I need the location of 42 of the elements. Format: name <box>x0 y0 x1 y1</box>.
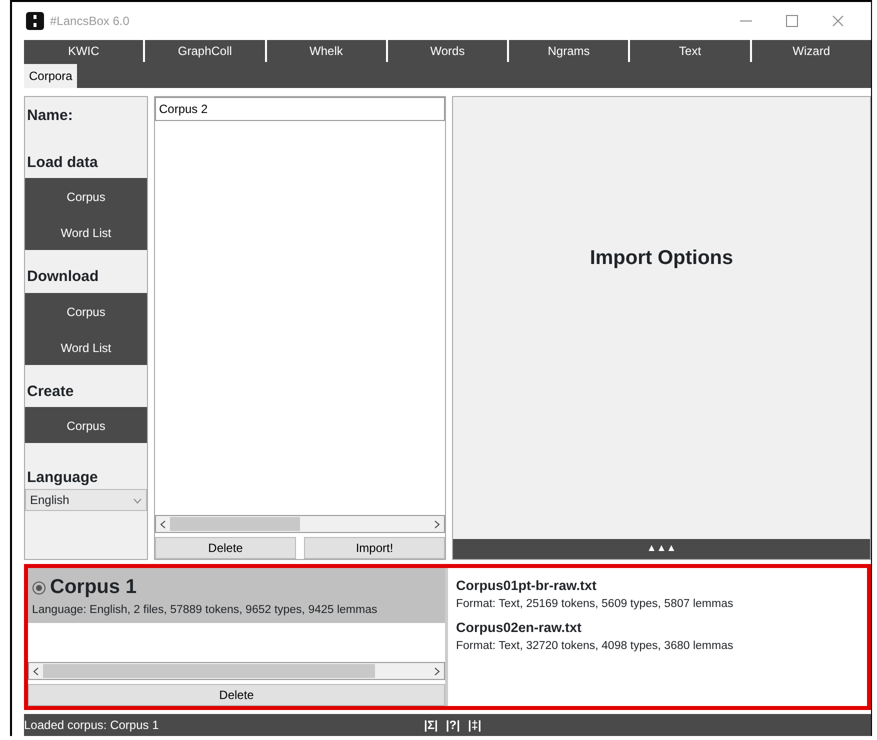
chevron-down-icon <box>133 498 142 504</box>
status-text: Loaded corpus: Corpus 1 <box>24 718 159 732</box>
language-dropdown[interactable]: English <box>25 489 147 511</box>
file-name: Corpus01pt-br-raw.txt <box>456 577 598 595</box>
status-tool-button[interactable]: |Σ| <box>424 716 438 734</box>
sidebar-button[interactable]: Word List <box>25 214 147 250</box>
window-title: #LancsBox 6.0 <box>50 13 130 30</box>
scroll-right-icon[interactable] <box>434 520 440 528</box>
action-button[interactable]: Import! <box>304 537 445 559</box>
name-field[interactable]: Corpus 2 <box>155 97 445 121</box>
field-label: Name: <box>26 106 74 126</box>
scroll-right-icon[interactable] <box>434 666 440 676</box>
section-heading: Download <box>26 267 100 287</box>
field-label: Language <box>26 468 99 488</box>
horizontal-scrollbar[interactable] <box>155 515 445 533</box>
sidebar-button[interactable]: Corpus <box>25 292 147 328</box>
section-heading: Load data <box>26 152 99 172</box>
action-button[interactable]: Delete <box>155 537 296 559</box>
status-tool-button[interactable]: |‡| <box>468 716 482 734</box>
section-heading: Create <box>26 382 75 402</box>
maximize-icon[interactable] <box>786 14 798 27</box>
corpus-name: Corpus 1 <box>50 575 137 600</box>
tab[interactable]: Corpora <box>24 64 78 88</box>
tab[interactable]: Wizard <box>752 40 871 62</box>
status-tool-button[interactable]: |?| <box>446 716 460 734</box>
file-details: Format: Text, 32720 tokens, 4098 types, 3680 lemmas <box>456 638 734 654</box>
horizontal-scrollbar[interactable] <box>28 662 445 680</box>
close-icon[interactable] <box>832 14 844 27</box>
corpus-details: Language: English, 2 files, 57889 tokens, 9652 types, 9425 lemmas <box>32 603 378 618</box>
sidebar-button[interactable]: Corpus <box>25 178 147 214</box>
file-details: Format: Text, 25169 tokens, 5609 types, 5807 lemmas <box>456 597 734 612</box>
file-name: Corpus02en-raw.txt <box>456 618 583 637</box>
scroll-left-icon[interactable] <box>160 520 166 528</box>
scroll-left-icon[interactable] <box>33 666 39 676</box>
panel-heading: Import Options <box>590 246 734 271</box>
sidebar-button[interactable]: Word List <box>25 328 147 364</box>
collapse-toggle[interactable]: ▲▲▲ <box>453 539 870 559</box>
radio-icon <box>32 580 46 595</box>
corpus-list-item[interactable]: Corpus 1 Language: English, 2 files, 57889 tokens, 9652 types, 9425 lemmas <box>28 568 445 624</box>
delete-button[interactable]: Delete <box>28 684 445 706</box>
sidebar-button[interactable]: Corpus <box>25 407 147 443</box>
app-logo-icon <box>26 12 44 30</box>
